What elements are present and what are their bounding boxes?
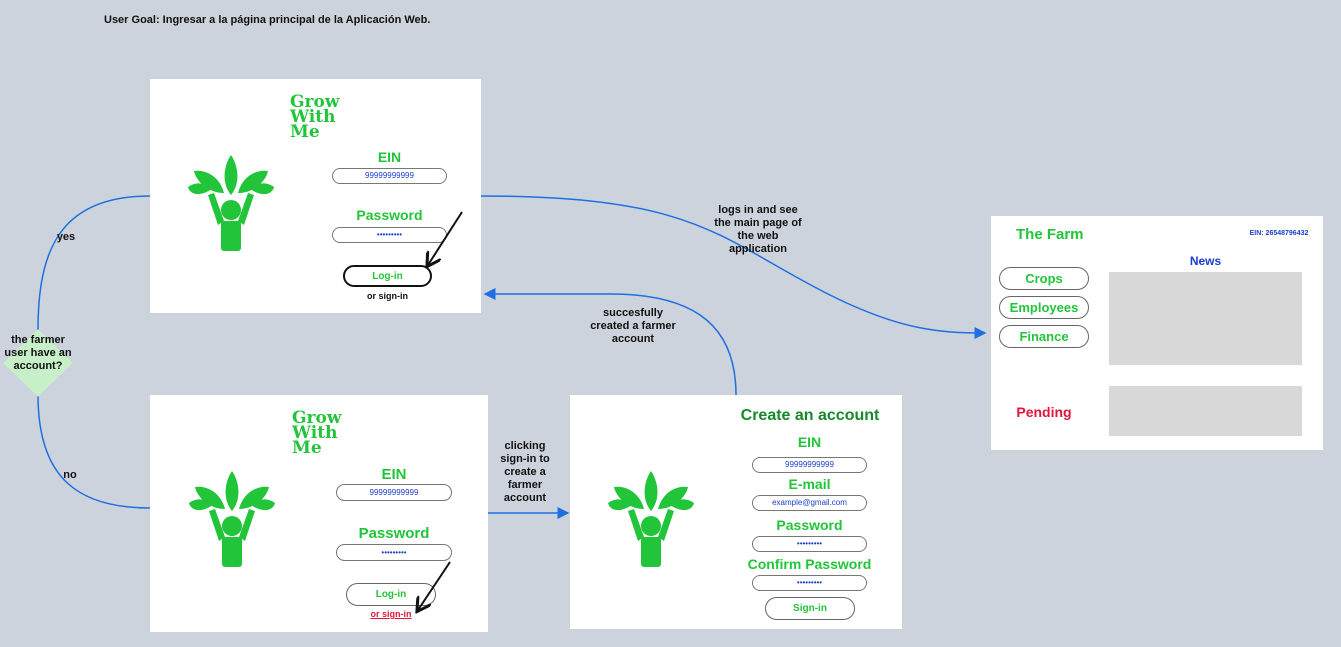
signin-pointer-arrow bbox=[418, 561, 451, 610]
cursor-arrows bbox=[0, 211, 463, 647]
login-pointer-arrow bbox=[428, 211, 463, 265]
